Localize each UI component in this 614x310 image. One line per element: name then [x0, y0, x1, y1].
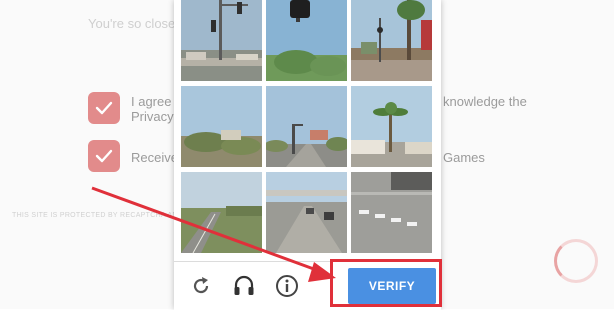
captcha-tile-1[interactable] — [181, 0, 262, 81]
captcha-tile-8[interactable] — [266, 172, 347, 253]
captcha-tile-3[interactable] — [351, 0, 432, 81]
checkmark-icon — [95, 101, 113, 115]
captcha-tile-2[interactable] — [266, 0, 347, 81]
captcha-tile-4[interactable] — [181, 86, 262, 167]
terms-label-privacy: Privacy — [131, 109, 174, 124]
checkmark-icon — [95, 149, 113, 163]
terms-label-continued: knowledge the — [443, 94, 527, 109]
info-button[interactable] — [274, 273, 300, 299]
captcha-tile-6[interactable] — [351, 86, 432, 167]
recaptcha-notice: THIS SITE IS PROTECTED BY RECAPTCHA AND — [12, 212, 184, 219]
newsletter-label-continued: Games — [443, 150, 485, 165]
captcha-tile-9[interactable] — [351, 172, 432, 253]
terms-checkbox[interactable] — [88, 92, 120, 124]
captcha-tile-7[interactable] — [181, 172, 262, 253]
newsletter-label: Receive — [131, 150, 178, 165]
reload-icon — [193, 277, 209, 294]
reload-button[interactable] — [188, 273, 214, 299]
headphones-icon — [234, 275, 254, 295]
info-icon — [276, 275, 298, 297]
loading-spinner — [554, 239, 598, 283]
captcha-tile-5[interactable] — [266, 86, 347, 167]
audio-challenge-button[interactable] — [231, 273, 257, 299]
verify-button[interactable]: VERIFY — [348, 268, 436, 304]
terms-label: I agree — [131, 94, 172, 109]
page-subheading: You're so close — [88, 16, 176, 31]
newsletter-checkbox[interactable] — [88, 140, 120, 172]
